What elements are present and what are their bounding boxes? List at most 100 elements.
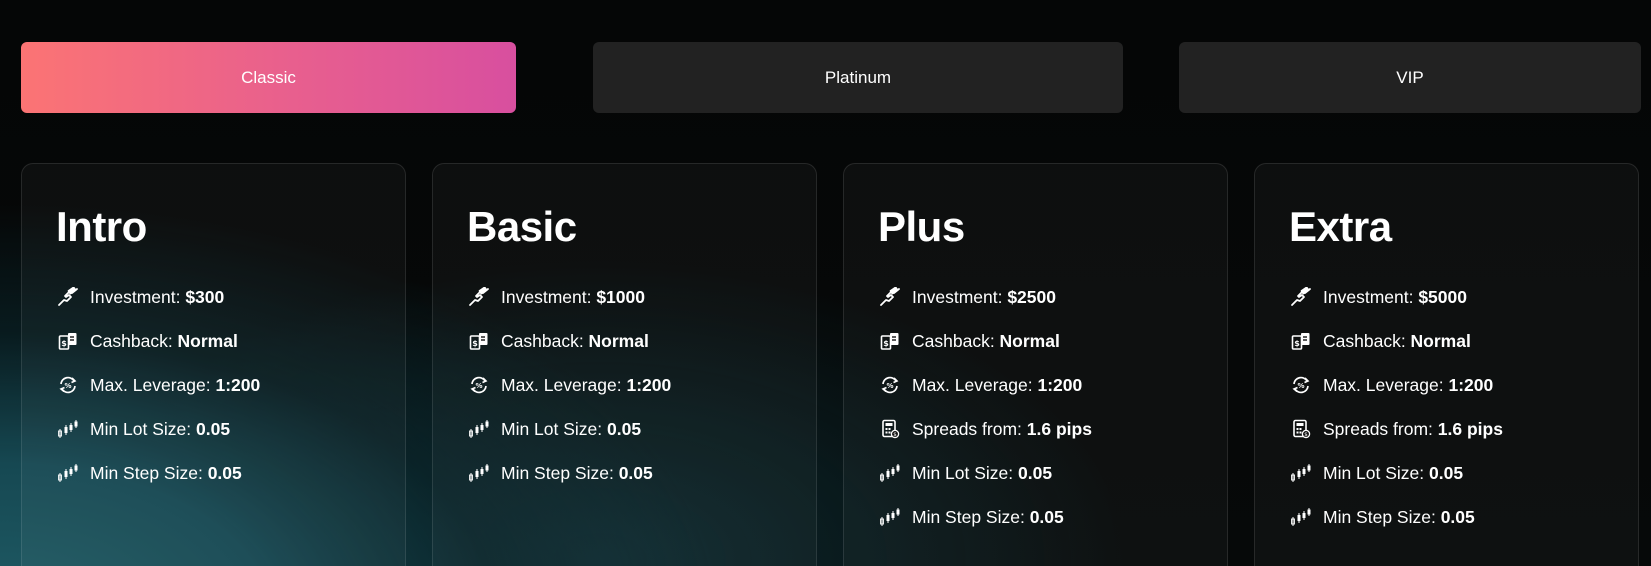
feature-item: % Max. Leverage: 1:200 — [56, 363, 260, 407]
leverage-icon: % — [56, 373, 80, 397]
feature-value: 0.05 — [618, 462, 653, 483]
plan-title: Intro — [56, 203, 147, 250]
feature-value: Normal — [1410, 330, 1471, 351]
feature-value: 0.05 — [1018, 462, 1053, 483]
cashback-icon: $ — [1289, 329, 1313, 353]
feature-item: % Max. Leverage: 1:200 — [1289, 363, 1503, 407]
feature-item: % Max. Leverage: 1:200 — [878, 363, 1092, 407]
feature-item: Min Lot Size: 0.05 — [467, 407, 671, 451]
feature-item: % Max. Leverage: 1:200 — [467, 363, 671, 407]
tab-classic[interactable]: Classic — [21, 42, 516, 113]
tab-platinum[interactable]: Platinum — [593, 42, 1123, 113]
plan-card-extra: Extra Investment: $5000 $ Cashback: Normal… — [1254, 163, 1639, 566]
cashback-icon: $ — [467, 329, 491, 353]
feature-item: Investment: $2500 — [878, 275, 1092, 319]
feature-item: $ Cashback: Normal — [878, 319, 1092, 363]
feature-list: Investment: $2500 $ Cashback: Normal% Max. … — [878, 275, 1092, 539]
feature-item: Min Step Size: 0.05 — [1289, 495, 1503, 539]
feature-value: 0.05 — [196, 418, 231, 439]
candlestick-icon — [467, 417, 491, 441]
feature-list: Investment: $5000 $ Cashback: Normal% Max. … — [1289, 275, 1503, 539]
feature-value: 1:200 — [626, 374, 672, 395]
feature-item: Min Lot Size: 0.05 — [878, 451, 1092, 495]
feature-item: $ Cashback: Normal — [1289, 319, 1503, 363]
plan-title: Plus — [878, 203, 965, 250]
feature-item: $ Cashback: Normal — [56, 319, 260, 363]
feature-list: Investment: $1000 $ Cashback: Normal% Max. … — [467, 275, 671, 495]
svg-text:$: $ — [1294, 339, 1300, 348]
plan-card-plus: Plus Investment: $2500 $ Cashback: Normal%… — [843, 163, 1228, 566]
feature-value: 0.05 — [1429, 462, 1464, 483]
feature-label: Investment: — [1323, 286, 1419, 307]
cashback-icon: $ — [878, 329, 902, 353]
feature-value: Normal — [999, 330, 1060, 351]
feature-label: Min Lot Size: — [1323, 462, 1430, 483]
svg-text:$: $ — [883, 339, 889, 348]
feature-item: Investment: $300 — [56, 275, 260, 319]
feature-label: Max. Leverage: — [501, 374, 627, 395]
account-type-tabs: Classic Platinum VIP — [21, 42, 1641, 113]
feature-label: Min Step Size: — [912, 506, 1030, 527]
investment-icon — [467, 285, 491, 309]
feature-value: 0.05 — [607, 418, 642, 439]
candlestick-icon — [56, 461, 80, 485]
plan-title: Basic — [467, 203, 577, 250]
feature-item: Min Lot Size: 0.05 — [56, 407, 260, 451]
feature-item: Investment: $5000 — [1289, 275, 1503, 319]
plan-card-basic: Basic Investment: $1000 $ Cashback: Normal… — [432, 163, 817, 566]
feature-label: Max. Leverage: — [1323, 374, 1449, 395]
feature-label: Min Step Size: — [1323, 506, 1441, 527]
feature-label: Min Lot Size: — [912, 462, 1019, 483]
svg-text:$: $ — [893, 432, 897, 438]
feature-item: Min Lot Size: 0.05 — [1289, 451, 1503, 495]
svg-text:$: $ — [1304, 432, 1308, 438]
feature-label: Cashback: — [501, 330, 589, 351]
feature-item: Min Step Size: 0.05 — [878, 495, 1092, 539]
feature-label: Spreads from: — [912, 418, 1027, 439]
feature-value: $2500 — [1007, 286, 1056, 307]
leverage-icon: % — [467, 373, 491, 397]
feature-label: Min Step Size: — [90, 462, 208, 483]
feature-value: $5000 — [1418, 286, 1467, 307]
candlestick-icon — [878, 461, 902, 485]
candlestick-icon — [878, 505, 902, 529]
feature-value: $300 — [185, 286, 225, 307]
investment-icon — [1289, 285, 1313, 309]
candlestick-icon — [1289, 461, 1313, 485]
calculator-icon: $ — [878, 417, 902, 441]
feature-label: Min Step Size: — [501, 462, 619, 483]
svg-text:%: % — [475, 382, 482, 390]
tab-vip[interactable]: VIP — [1179, 42, 1641, 113]
svg-text:%: % — [886, 382, 893, 390]
feature-item: Min Step Size: 0.05 — [467, 451, 671, 495]
calculator-icon: $ — [1289, 417, 1313, 441]
feature-list: Investment: $300 $ Cashback: Normal% Max. L… — [56, 275, 260, 495]
feature-item: $ Spreads from: 1.6 pips — [878, 407, 1092, 451]
leverage-icon: % — [1289, 373, 1313, 397]
cashback-icon: $ — [56, 329, 80, 353]
candlestick-icon — [1289, 505, 1313, 529]
candlestick-icon — [467, 461, 491, 485]
investment-icon — [878, 285, 902, 309]
feature-item: $ Cashback: Normal — [467, 319, 671, 363]
feature-value: Normal — [177, 330, 238, 351]
feature-label: Max. Leverage: — [912, 374, 1038, 395]
candlestick-icon — [56, 417, 80, 441]
feature-label: Spreads from: — [1323, 418, 1438, 439]
feature-value: 0.05 — [1440, 506, 1475, 527]
feature-label: Min Lot Size: — [501, 418, 608, 439]
feature-item: $ Spreads from: 1.6 pips — [1289, 407, 1503, 451]
feature-value: 1:200 — [1448, 374, 1494, 395]
feature-label: Investment: — [501, 286, 597, 307]
feature-label: Cashback: — [1323, 330, 1411, 351]
feature-value: 1.6 pips — [1437, 418, 1503, 439]
plan-card-intro: Intro Investment: $300 $ Cashback: Normal%… — [21, 163, 406, 566]
feature-label: Investment: — [912, 286, 1008, 307]
feature-value: 0.05 — [1029, 506, 1064, 527]
feature-item: Min Step Size: 0.05 — [56, 451, 260, 495]
investment-icon — [56, 285, 80, 309]
svg-text:%: % — [1297, 382, 1304, 390]
feature-value: 0.05 — [207, 462, 242, 483]
svg-text:%: % — [64, 382, 71, 390]
leverage-icon: % — [878, 373, 902, 397]
